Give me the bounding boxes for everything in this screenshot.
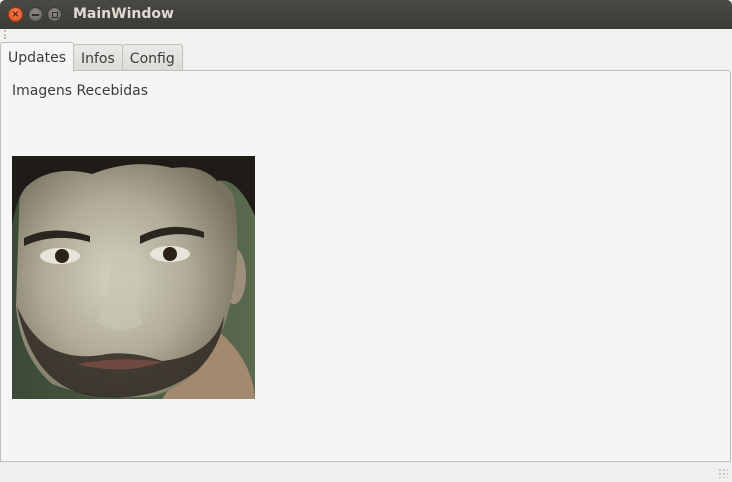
close-icon[interactable]: ×: [8, 7, 23, 22]
maximize-icon[interactable]: [47, 7, 62, 22]
tab-config[interactable]: Config: [121, 44, 183, 72]
tab-bar: Updates Infos Config: [0, 42, 183, 72]
minimize-bar: [32, 13, 39, 16]
close-glyph: ×: [11, 8, 20, 20]
minimize-icon[interactable]: [28, 7, 43, 22]
window-title: MainWindow: [73, 6, 174, 22]
resize-grip-icon[interactable]: [718, 468, 728, 478]
photo-right-pupil: [163, 247, 177, 261]
tab-infos[interactable]: Infos: [73, 44, 123, 72]
title-bar[interactable]: × MainWindow: [0, 0, 732, 29]
tab-updates[interactable]: Updates: [0, 42, 74, 72]
updates-panel: Imagens Recebidas: [0, 70, 731, 462]
grip-dot: [4, 30, 6, 32]
toolbar-grip-icon[interactable]: [4, 30, 10, 39]
received-face-image: [12, 156, 255, 399]
photo-left-pupil: [55, 249, 69, 263]
grip-dot: [4, 33, 6, 36]
received-images-label: Imagens Recebidas: [12, 83, 149, 99]
status-bar: [0, 462, 732, 482]
maximize-box: [51, 11, 58, 18]
grip-dot: [4, 37, 6, 39]
